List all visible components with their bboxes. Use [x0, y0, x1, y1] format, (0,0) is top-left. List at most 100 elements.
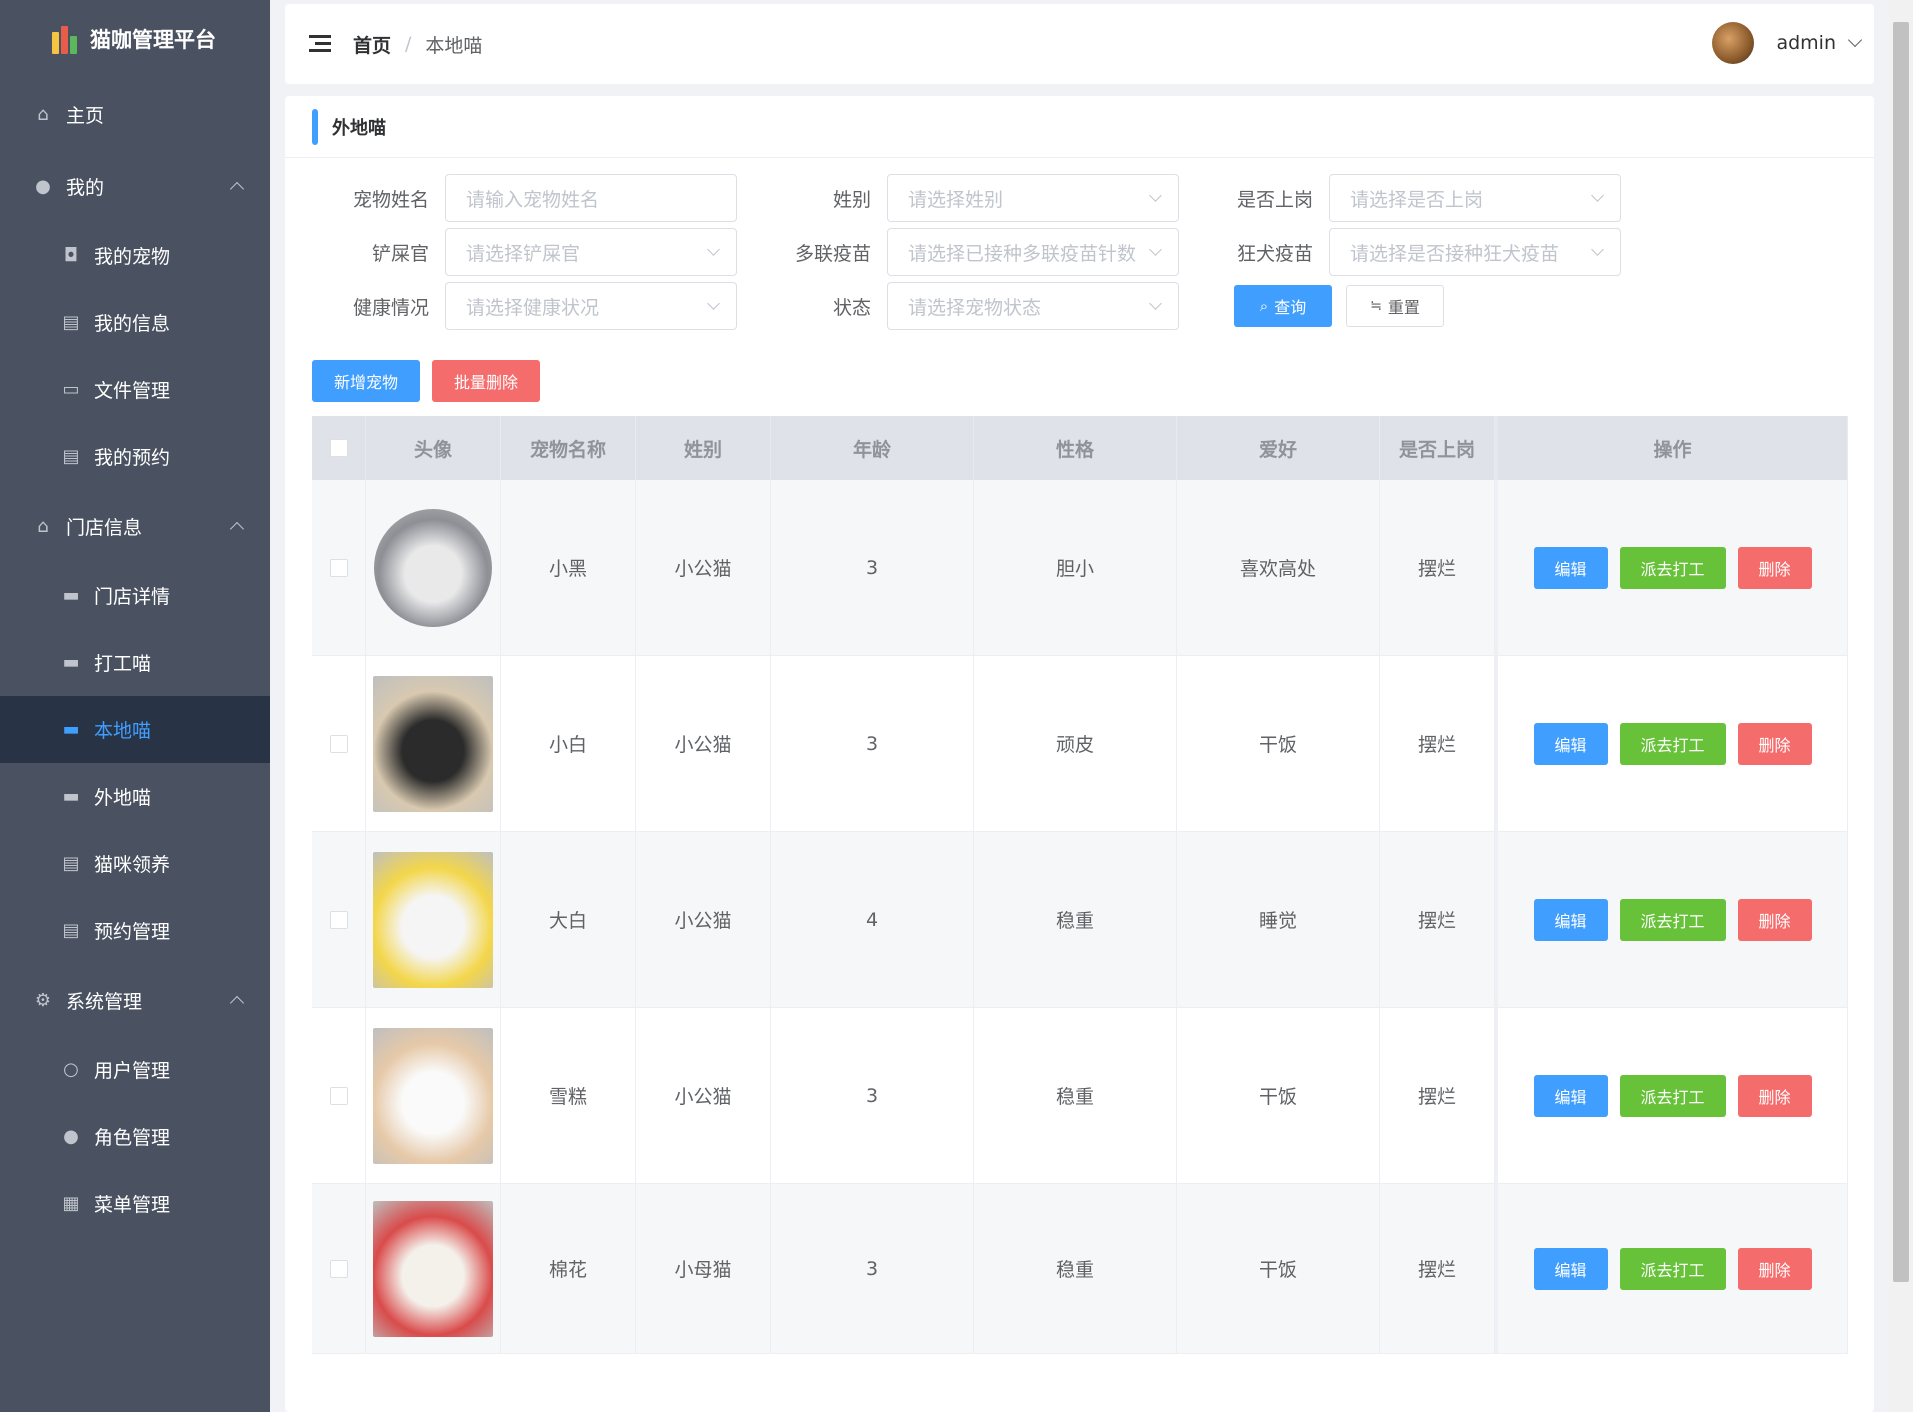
column-header: 头像	[366, 416, 501, 480]
owner-select[interactable]: 请选择铲屎官	[445, 228, 737, 276]
status-select[interactable]: 请选择宠物状态	[887, 282, 1179, 330]
batch-delete-button[interactable]: 批量删除	[432, 360, 540, 402]
pet-name-input[interactable]: 请输入宠物姓名	[445, 174, 737, 222]
dispatch-work-button[interactable]: 派去打工	[1619, 898, 1726, 941]
chevron-down-icon	[1149, 297, 1162, 310]
reset-button[interactable]: ≒ 重置	[1346, 285, 1444, 327]
search-icon: ⌕	[1259, 297, 1269, 315]
on-duty-select[interactable]: 请选择是否上岗	[1329, 174, 1621, 222]
select-all-checkbox[interactable]	[329, 439, 348, 457]
sidebar-item-label: 我的预约	[94, 447, 171, 469]
sidebar-item-store-detail[interactable]: ▬ 门店详情	[0, 562, 270, 629]
dispatch-work-button[interactable]: 派去打工	[1619, 1074, 1726, 1117]
pet-name-cell: 雪糕	[501, 1008, 636, 1183]
filter-label: 姓别	[832, 188, 871, 211]
delete-button[interactable]: 删除	[1737, 546, 1812, 589]
gender-cell: 小公猫	[636, 480, 771, 655]
pet-icon: ◘	[63, 245, 79, 266]
edit-button[interactable]: 编辑	[1533, 722, 1608, 765]
table-row: 小黑 小公猫 3 胆小 喜欢高处 摆烂 编辑 派去打工 删除	[312, 480, 1848, 656]
rabies-vaccine-select[interactable]: 请选择是否接种狂犬疫苗	[1329, 228, 1621, 276]
sidebar-item-my-pets[interactable]: ◘ 我的宠物	[0, 222, 270, 289]
dispatch-work-button[interactable]: 派去打工	[1619, 546, 1726, 589]
sidebar-item-home[interactable]: ⌂ 主页	[0, 78, 270, 150]
sidebar-item-adoption[interactable]: ▤ 猫咪领养	[0, 830, 270, 897]
sidebar-item-label: 打工喵	[94, 653, 152, 675]
sidebar-item-roles[interactable]: ● 角色管理	[0, 1103, 270, 1170]
on-duty-cell: 摆烂	[1380, 1008, 1495, 1183]
add-pet-button[interactable]: 新增宠物	[312, 360, 420, 402]
app-title: 猫咖管理平台	[90, 28, 216, 52]
delete-button[interactable]: 删除	[1737, 898, 1812, 941]
on-duty-cell: 摆烂	[1380, 832, 1495, 1007]
sidebar-item-menus[interactable]: ▦ 菜单管理	[0, 1170, 270, 1237]
sidebar-item-outside-cats[interactable]: ▬ 外地喵	[0, 763, 270, 830]
gender-cell: 小公猫	[636, 832, 771, 1007]
delete-button[interactable]: 删除	[1737, 722, 1812, 765]
edit-button[interactable]: 编辑	[1533, 1074, 1608, 1117]
row-checkbox[interactable]	[329, 734, 348, 753]
health-select[interactable]: 请选择健康状况	[445, 282, 737, 330]
hobby-cell: 干饭	[1177, 1184, 1380, 1353]
filter-actions: ⌕ 查询 ≒ 重置	[1234, 282, 1444, 330]
filter-rabies-vaccine: 狂犬疫苗 请选择是否接种狂犬疫苗	[1169, 228, 1621, 276]
gender-cell: 小母猫	[636, 1184, 771, 1353]
hobby-cell: 睡觉	[1177, 832, 1380, 1007]
menu-toggle-icon[interactable]	[309, 35, 331, 53]
sidebar-item-store[interactable]: ⌂ 门店信息	[0, 490, 270, 562]
avatar-cell	[366, 1008, 501, 1183]
chevron-down-icon	[707, 297, 720, 310]
row-checkbox[interactable]	[329, 910, 348, 929]
column-header: 操作	[1495, 416, 1848, 480]
row-checkbox[interactable]	[329, 1259, 348, 1278]
vertical-scrollbar[interactable]	[1889, 0, 1913, 1412]
filter-label: 健康情况	[352, 296, 429, 319]
sidebar-item-users[interactable]: ○ 用户管理	[0, 1036, 270, 1103]
sidebar-item-working-cats[interactable]: ▬ 打工喵	[0, 629, 270, 696]
age-cell: 3	[771, 656, 974, 831]
document-icon: ▤	[62, 312, 80, 333]
chevron-down-icon	[1591, 189, 1604, 202]
sidebar-item-system[interactable]: ⚙ 系统管理	[0, 964, 270, 1036]
actions-cell: 编辑 派去打工 删除	[1495, 832, 1848, 1007]
row-checkbox[interactable]	[329, 558, 348, 577]
row-checkbox[interactable]	[329, 1086, 348, 1105]
delete-button[interactable]: 删除	[1737, 1247, 1812, 1290]
multi-vaccine-select[interactable]: 请选择已接种多联疫苗针数	[887, 228, 1179, 276]
monitor-icon: ▬	[62, 585, 80, 606]
dispatch-work-button[interactable]: 派去打工	[1619, 722, 1726, 765]
pet-name-cell: 棉花	[501, 1184, 636, 1353]
pets-table: 头像 宠物名称 姓别 年龄 性格 爱好 是否上岗 操作 小黑 小公猫 3 胆小 喜欢高处…	[312, 416, 1848, 1376]
folder-icon: ▭	[62, 379, 80, 400]
pet-name-cell: 大白	[501, 832, 636, 1007]
user-menu[interactable]: admin	[1712, 22, 1863, 64]
search-button[interactable]: ⌕ 查询	[1234, 285, 1332, 327]
sidebar-item-label: 门店信息	[66, 516, 143, 539]
breadcrumb-home[interactable]: 首页	[353, 31, 391, 58]
hobby-cell: 喜欢高处	[1177, 480, 1380, 655]
sidebar-item-my-appointments[interactable]: ▤ 我的预约	[0, 423, 270, 490]
app-logo: 猫咖管理平台	[0, 0, 270, 78]
row-select-cell	[312, 480, 366, 655]
edit-button[interactable]: 编辑	[1533, 1247, 1608, 1290]
column-header: 爱好	[1177, 416, 1380, 480]
column-header: 年龄	[771, 416, 974, 480]
grid-icon: ▦	[62, 1193, 80, 1214]
scrollbar-thumb[interactable]	[1893, 22, 1909, 1282]
dispatch-work-button[interactable]: 派去打工	[1619, 1247, 1726, 1290]
avatar-cell	[366, 832, 501, 1007]
sidebar-item-my-info[interactable]: ▤ 我的信息	[0, 289, 270, 356]
sidebar-item-appointment-mgmt[interactable]: ▤ 预约管理	[0, 897, 270, 964]
delete-button[interactable]: 删除	[1737, 1074, 1812, 1117]
sidebar-item-label: 我的宠物	[94, 246, 171, 268]
document-icon: ▤	[62, 853, 80, 874]
monitor-icon: ▬	[62, 652, 80, 673]
sidebar-item-local-cats[interactable]: ▬ 本地喵	[0, 696, 270, 763]
filter-on-duty: 是否上岗 请选择是否上岗	[1169, 174, 1621, 222]
edit-button[interactable]: 编辑	[1533, 546, 1608, 589]
sidebar-item-files[interactable]: ▭ 文件管理	[0, 356, 270, 423]
sidebar-item-mine[interactable]: ● 我的	[0, 150, 270, 222]
gender-select[interactable]: 请选择姓别	[887, 174, 1179, 222]
gender-cell: 小公猫	[636, 1008, 771, 1183]
edit-button[interactable]: 编辑	[1533, 898, 1608, 941]
